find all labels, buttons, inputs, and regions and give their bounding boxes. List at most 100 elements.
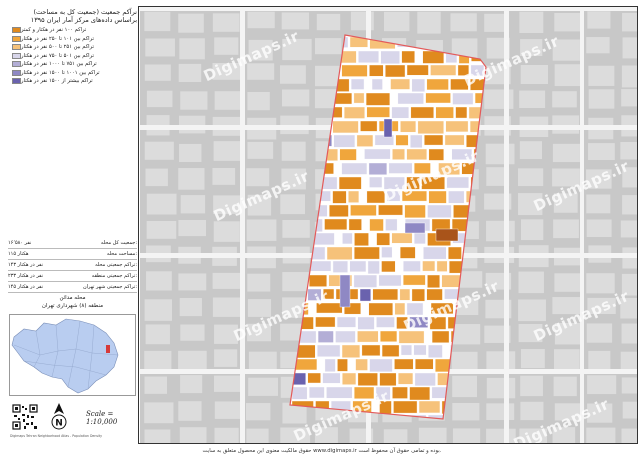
density-block: [357, 372, 378, 386]
city-block: [588, 143, 615, 160]
density-block: [428, 344, 443, 358]
city-block: [247, 273, 271, 292]
density-block: [395, 134, 409, 146]
city-block: [144, 376, 168, 394]
city-block: [622, 195, 637, 215]
inset-map-canvas: [11, 318, 119, 394]
legend-item: تراکم بین ۷۵۱ تا ۱۰۰۰ نفر در هکتار: [8, 60, 137, 69]
legend-swatch: [12, 44, 21, 51]
density-block: [409, 386, 431, 401]
city-block: [316, 13, 341, 31]
city-block: [180, 375, 203, 394]
city-block: [552, 91, 577, 108]
density-block: [357, 330, 379, 343]
density-block: [291, 386, 308, 400]
city-block: [212, 297, 242, 317]
density-block: [430, 64, 457, 76]
density-block: [369, 358, 393, 373]
qr-code-icon: [12, 404, 38, 430]
density-block: [360, 120, 378, 132]
city-block: [146, 271, 172, 291]
density-block: [445, 120, 469, 133]
city-block: [247, 11, 275, 29]
city-block: [383, 429, 408, 443]
density-block: [404, 222, 426, 234]
legend-swatch: [12, 61, 21, 68]
location-title: محله مدائن منطقه (۸) شهرداری تهران: [8, 294, 137, 310]
city-block: [280, 65, 306, 84]
city-block: [179, 427, 207, 443]
north-arrow-icon: N: [51, 403, 67, 430]
density-block: [332, 260, 348, 273]
density-block: [468, 106, 485, 119]
city-block: [146, 90, 173, 108]
city-block: [520, 375, 543, 397]
density-block: [380, 50, 400, 65]
city-block: [281, 141, 306, 161]
legend-swatch: [12, 69, 21, 76]
density-block: [350, 78, 365, 90]
density-block: [392, 148, 405, 160]
city-block: [282, 220, 310, 238]
city-block: [621, 377, 637, 394]
city-block: [214, 427, 239, 443]
density-block: [358, 50, 380, 63]
density-block: [315, 316, 336, 328]
density-block: [353, 92, 365, 104]
density-block: [424, 134, 444, 146]
map-area[interactable]: Digimaps.ir Digimaps.ir Digimaps.ir Digi…: [140, 7, 637, 443]
city-block: [553, 349, 580, 371]
city-block: [246, 219, 277, 241]
city-block: [588, 89, 615, 109]
density-block: [400, 120, 417, 133]
stats-table: ۱۶٬۵۸۰ نفر جمعیت کل محله: ۱۱۵ هکتار مساحت …: [8, 238, 137, 293]
density-block: [411, 78, 426, 92]
density-block: [342, 372, 357, 385]
city-block: [621, 65, 637, 88]
city-block: [520, 349, 545, 369]
city-block: [586, 37, 610, 54]
density-block: [411, 288, 425, 302]
city-block: [145, 38, 175, 57]
road: [240, 7, 245, 443]
city-block: [520, 401, 544, 421]
city-block: [214, 91, 241, 110]
city-block: [586, 219, 612, 238]
city-block: [486, 220, 515, 242]
inset-map: [9, 314, 136, 396]
city-block: [586, 323, 613, 343]
legend-item: تراکم ۱۰۰ نفر در هکتار و کمتر: [8, 26, 137, 35]
legend-swatch: [12, 52, 21, 59]
city-block: [552, 143, 580, 163]
density-block: [339, 274, 351, 308]
density-block: [466, 134, 478, 148]
density-block: [399, 246, 416, 259]
density-block: [413, 232, 426, 245]
density-block: [322, 372, 341, 384]
city-block: [620, 220, 637, 238]
city-block: [417, 11, 441, 34]
road: [580, 7, 584, 443]
map-title: نرآکم جمعیت (جمعیت کل به مساحت) براساس د…: [8, 8, 137, 24]
density-block: [452, 92, 474, 105]
density-block: [431, 386, 451, 399]
density-block: [448, 190, 465, 204]
city-block: [248, 377, 278, 396]
legend-swatch: [12, 78, 21, 85]
density-block: [391, 106, 410, 119]
density-block: [333, 134, 356, 148]
north-label: N: [55, 419, 63, 429]
density-block: [436, 260, 448, 272]
city-block: [178, 350, 207, 371]
city-block: [553, 219, 579, 239]
density-block: [355, 358, 368, 371]
city-block: [146, 193, 177, 215]
density-block: [354, 232, 369, 247]
credit-line: Digimaps Tehran Neighborhood Atlas - Pop…: [10, 434, 103, 438]
density-block: [403, 260, 421, 272]
density-block: [368, 302, 394, 316]
city-block: [180, 324, 205, 341]
neighborhood-name: محله مدائن: [59, 295, 86, 301]
city-block: [144, 64, 171, 81]
density-block: [336, 316, 356, 328]
